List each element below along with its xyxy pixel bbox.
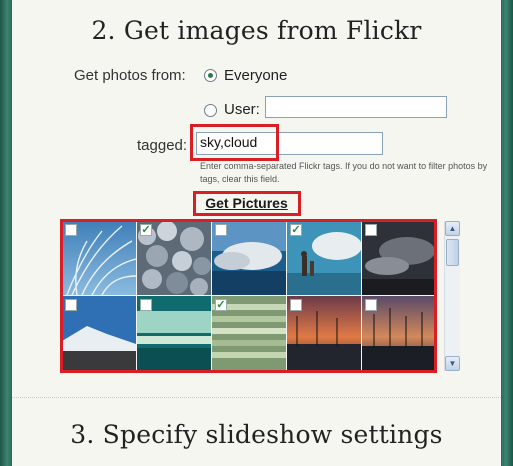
- scroll-up-button[interactable]: ▲: [445, 221, 460, 236]
- tags-hint-text: Enter comma-separated Flickr tags. If yo…: [200, 161, 488, 184]
- user-input[interactable]: [265, 96, 447, 118]
- section-3-title: 3. Specify slideshow settings: [70, 420, 443, 449]
- radio-everyone-label[interactable]: Everyone: [224, 67, 287, 84]
- scroll-thumb[interactable]: [446, 239, 459, 266]
- get-pictures-button[interactable]: Get Pictures: [200, 195, 293, 211]
- tagged-label: tagged:: [137, 137, 188, 154]
- tagged-highlight-box: [190, 124, 279, 161]
- section-2-title: 2. Get images from Flickr: [91, 16, 422, 45]
- get-photos-from-label: Get photos from:: [74, 67, 186, 84]
- content-panel: 2. Get images from Flickr Get photos fro…: [12, 0, 501, 466]
- radio-everyone[interactable]: [204, 69, 217, 82]
- scroll-down-button[interactable]: ▼: [445, 356, 460, 371]
- frame-left-edge: [0, 0, 12, 466]
- thumbnail-scrollbar[interactable]: ▲ ▼: [444, 221, 460, 371]
- radio-user[interactable]: [204, 104, 217, 117]
- section-divider: [12, 397, 501, 398]
- radio-user-label[interactable]: User:: [224, 101, 260, 118]
- thumbnail-grid-highlight-box: [60, 219, 437, 373]
- frame-right-edge: [501, 0, 513, 466]
